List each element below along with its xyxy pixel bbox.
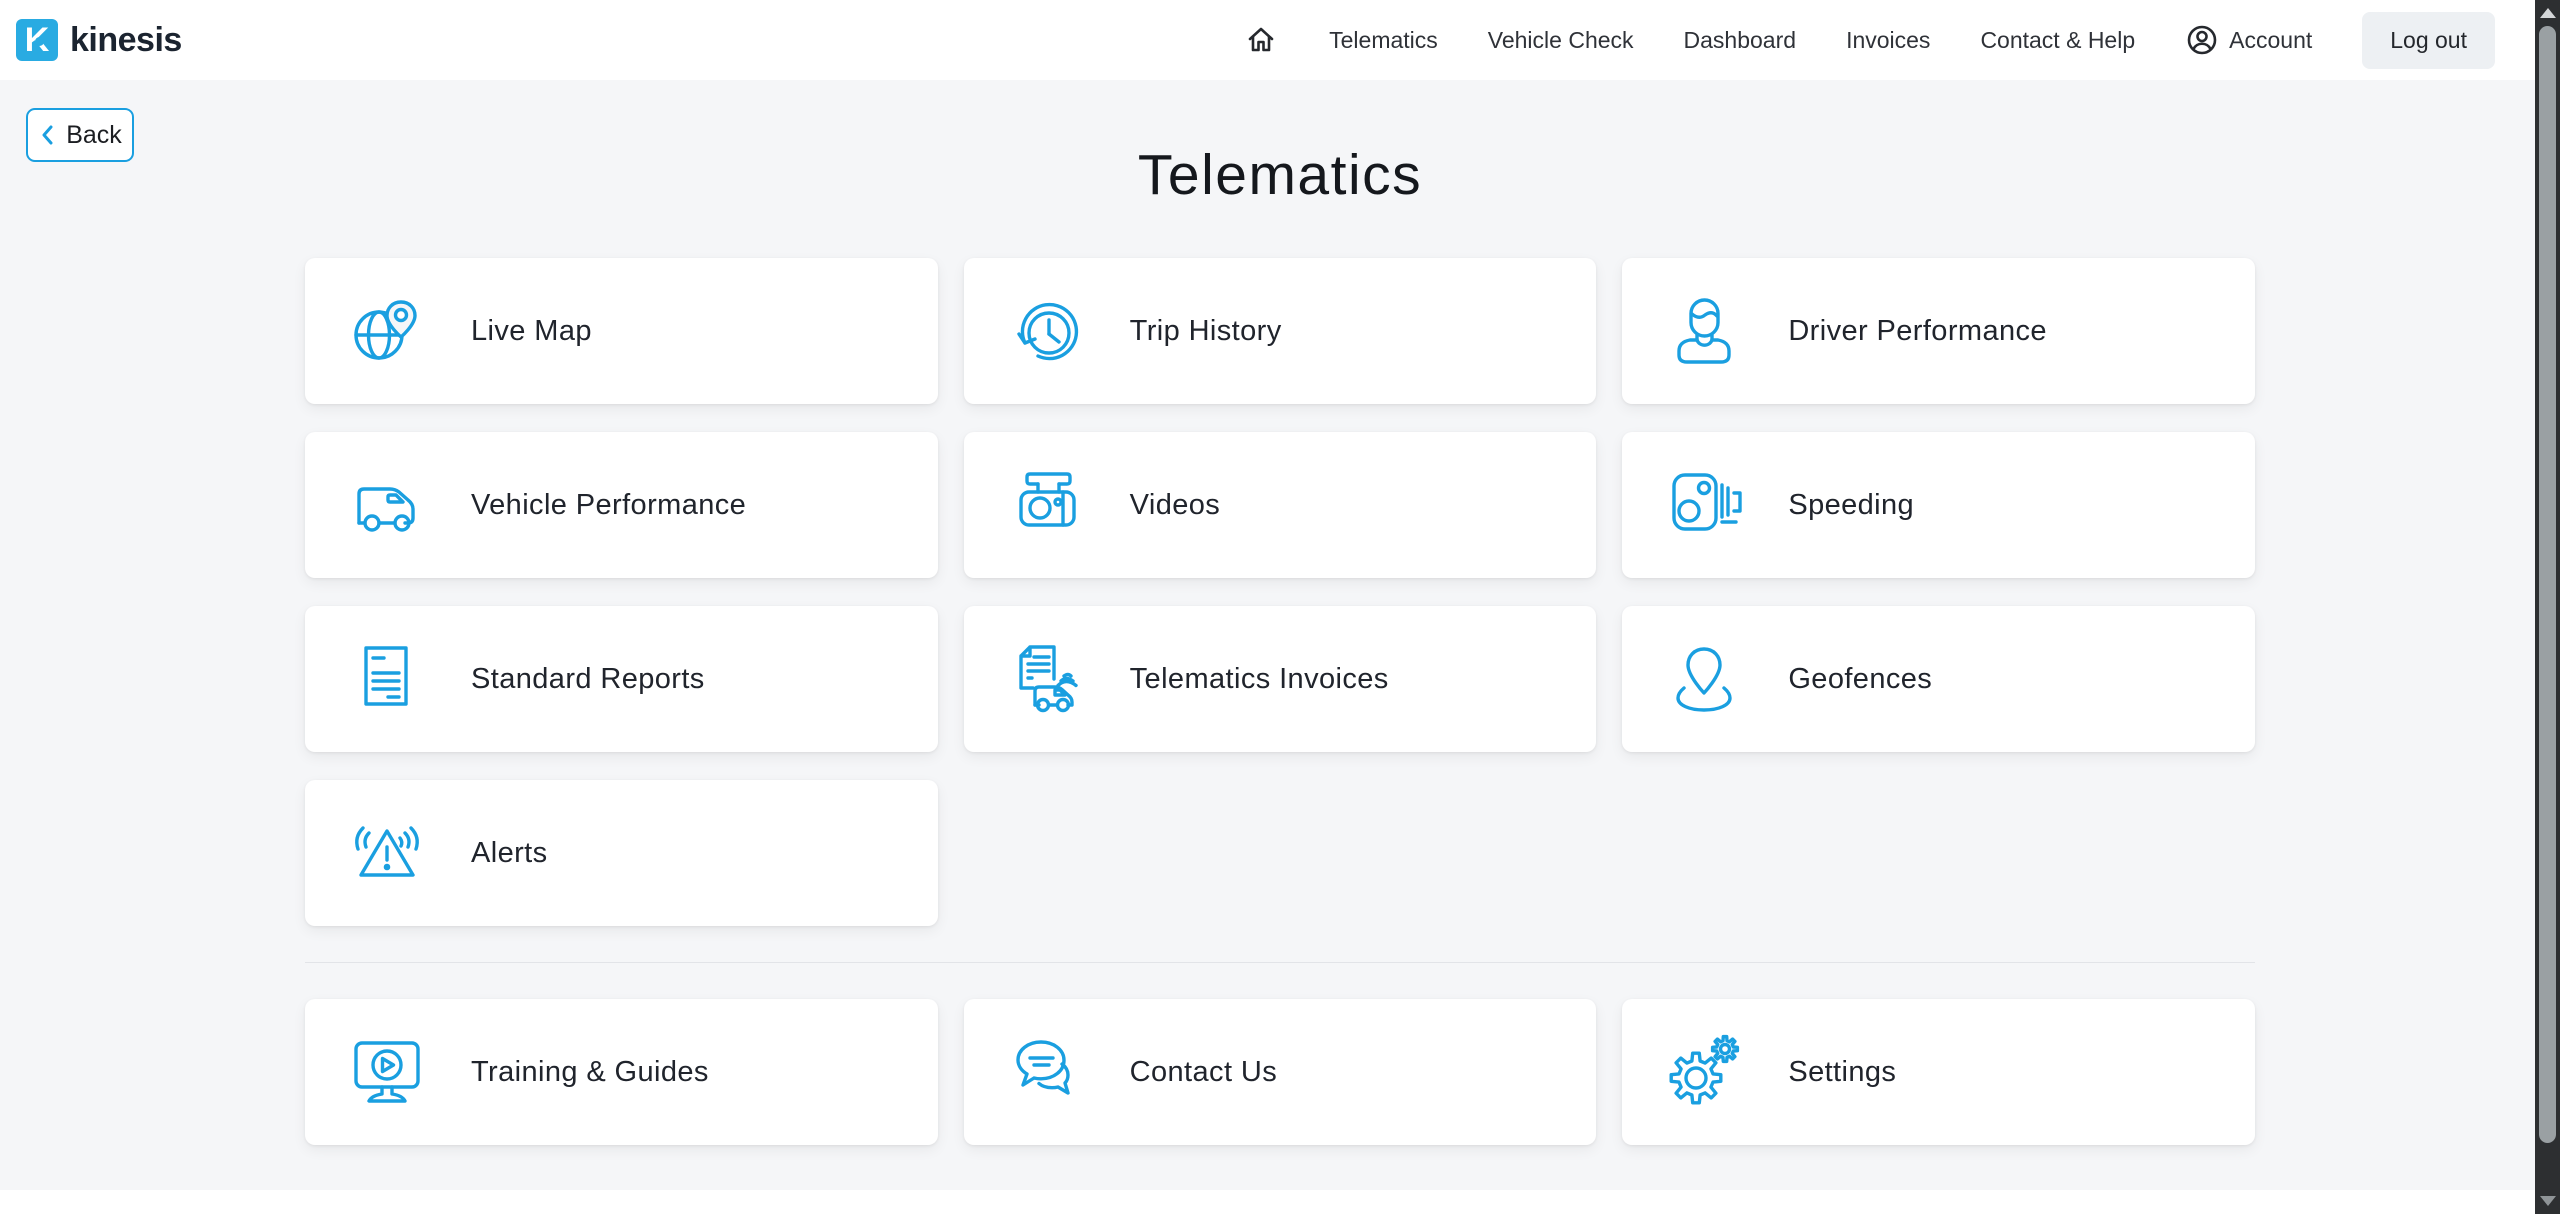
- card-label: Contact Us: [1130, 1056, 1277, 1089]
- speed-camera-icon: [1666, 467, 1742, 543]
- menu-card-live-map[interactable]: Live Map: [305, 258, 938, 404]
- driver-icon: [1666, 293, 1742, 369]
- back-label: Back: [66, 121, 122, 150]
- cards-container: Live Map Trip History Driver Performance: [305, 258, 2255, 1145]
- nav-item-contact-help[interactable]: Contact & Help: [1980, 27, 2135, 54]
- invoice-van-icon: [1008, 641, 1084, 717]
- report-document-icon: [349, 641, 425, 717]
- account-label: Account: [2229, 27, 2312, 54]
- card-label: Geofences: [1788, 663, 1932, 696]
- page-scrollbar[interactable]: [2535, 0, 2560, 1214]
- scrollbar-up-arrow-icon[interactable]: [2540, 8, 2556, 18]
- secondary-card-grid: Training & Guides Contact Us Settings: [305, 999, 2255, 1145]
- menu-card-speeding[interactable]: Speeding: [1622, 432, 2255, 578]
- card-label: Telematics Invoices: [1130, 663, 1389, 696]
- van-icon: [349, 467, 425, 543]
- training-monitor-icon: [349, 1034, 425, 1110]
- menu-card-vehicle-performance[interactable]: Vehicle Performance: [305, 432, 938, 578]
- card-label: Vehicle Performance: [471, 489, 746, 522]
- dashcam-icon: [1008, 467, 1084, 543]
- card-label: Trip History: [1130, 315, 1282, 348]
- alert-triangle-icon: [349, 815, 425, 891]
- menu-card-videos[interactable]: Videos: [964, 432, 1597, 578]
- geofence-pin-icon: [1666, 641, 1742, 717]
- card-label: Training & Guides: [471, 1056, 709, 1089]
- card-label: Live Map: [471, 315, 592, 348]
- account-circle-icon: [2185, 23, 2219, 57]
- content-area: Back Telematics Live Map Trip History: [0, 80, 2560, 1190]
- kinesis-logo-icon: K: [16, 19, 58, 61]
- main-nav: Telematics Vehicle Check Dashboard Invoices…: [1243, 12, 2495, 69]
- section-divider: [305, 962, 2255, 963]
- nav-home[interactable]: [1243, 22, 1279, 58]
- nav-account[interactable]: Account: [2185, 23, 2312, 57]
- menu-card-telematics-invoices[interactable]: Telematics Invoices: [964, 606, 1597, 752]
- nav-item-dashboard[interactable]: Dashboard: [1684, 27, 1797, 54]
- telematics-page: K kinesis Telematics Vehicle Check Dashboa…: [0, 0, 2560, 1214]
- menu-card-contact-us[interactable]: Contact Us: [964, 999, 1597, 1145]
- card-label: Videos: [1130, 489, 1221, 522]
- globe-pin-icon: [349, 293, 425, 369]
- history-clock-icon: [1008, 293, 1084, 369]
- menu-card-settings[interactable]: Settings: [1622, 999, 2255, 1145]
- top-navigation-bar: K kinesis Telematics Vehicle Check Dashboa…: [0, 0, 2560, 80]
- kinesis-logo[interactable]: K kinesis: [16, 19, 182, 61]
- card-label: Alerts: [471, 837, 548, 870]
- gears-icon: [1666, 1034, 1742, 1110]
- menu-card-training-guides[interactable]: Training & Guides: [305, 999, 938, 1145]
- logout-button[interactable]: Log out: [2362, 12, 2495, 69]
- nav-item-invoices[interactable]: Invoices: [1846, 27, 1930, 54]
- page-title: Telematics: [0, 142, 2560, 208]
- menu-card-alerts[interactable]: Alerts: [305, 780, 938, 926]
- chat-bubbles-icon: [1008, 1034, 1084, 1110]
- back-button[interactable]: Back: [26, 108, 134, 162]
- scrollbar-down-arrow-icon[interactable]: [2540, 1196, 2556, 1206]
- main-card-grid: Live Map Trip History Driver Performance: [305, 258, 2255, 926]
- card-label: Standard Reports: [471, 663, 705, 696]
- menu-card-driver-performance[interactable]: Driver Performance: [1622, 258, 2255, 404]
- brand-name: kinesis: [70, 21, 182, 60]
- menu-card-standard-reports[interactable]: Standard Reports: [305, 606, 938, 752]
- card-label: Driver Performance: [1788, 315, 2047, 348]
- card-label: Settings: [1788, 1056, 1896, 1089]
- home-icon: [1243, 22, 1279, 58]
- menu-card-geofences[interactable]: Geofences: [1622, 606, 2255, 752]
- nav-item-vehicle-check[interactable]: Vehicle Check: [1488, 27, 1634, 54]
- card-label: Speeding: [1788, 489, 1914, 522]
- chevron-left-icon: [38, 123, 58, 147]
- menu-card-trip-history[interactable]: Trip History: [964, 258, 1597, 404]
- nav-item-telematics[interactable]: Telematics: [1329, 27, 1438, 54]
- scrollbar-thumb[interactable]: [2539, 26, 2556, 1143]
